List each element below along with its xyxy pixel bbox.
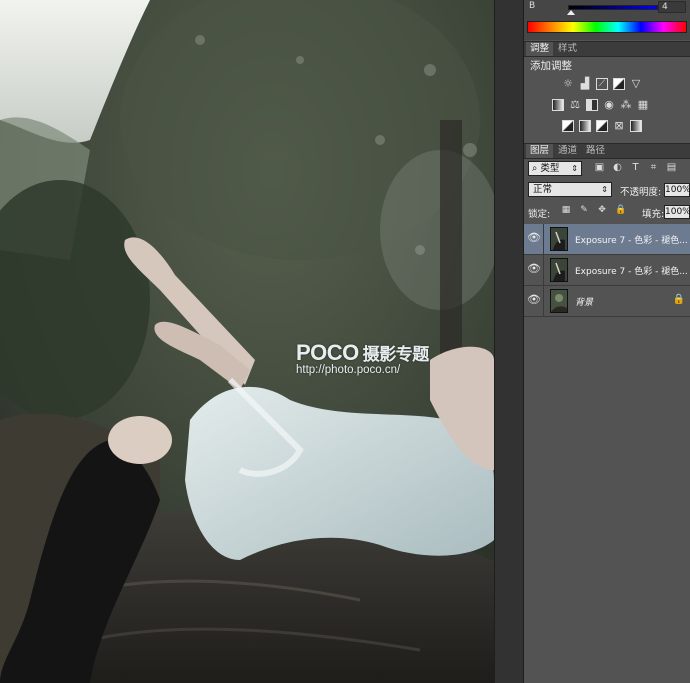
layer-kind-value: 类型 [540, 163, 560, 174]
threshold-icon[interactable] [596, 120, 608, 132]
color-balance-icon[interactable]: ⚖ [569, 99, 581, 111]
lock-transparency-icon[interactable]: ▦ [561, 205, 571, 215]
lock-fill-row: 锁定: ▦ ✎ ✥ 🔒 填充: 100% [528, 204, 690, 221]
lock-label: 锁定: [528, 209, 551, 220]
adjustments-tabbar: 调整 样式 [524, 41, 690, 57]
lock-icon: 🔒 [672, 294, 685, 305]
color-lookup-icon[interactable]: ▦ [637, 99, 649, 111]
chevron-down-icon: ⇕ [571, 164, 578, 173]
opacity-label: 不透明度: [620, 187, 662, 198]
divider [543, 286, 544, 316]
type-filter-icon[interactable]: T [630, 162, 641, 173]
posterize-icon[interactable] [579, 120, 591, 132]
vibrance-icon[interactable]: ▽ [630, 78, 642, 90]
channel-mixer-icon[interactable]: ⁂ [620, 99, 632, 111]
tab-layers[interactable]: 图层 [526, 144, 554, 158]
tab-paths[interactable]: 路径 [582, 144, 609, 158]
eye-icon[interactable]: 👁 [527, 293, 541, 307]
adjustment-filter-icon[interactable]: ◐ [612, 162, 623, 173]
selective-color-icon[interactable]: ⊠ [613, 120, 625, 132]
adjustment-icons-row-1: ☼ ▟ ⟋ ▽ [562, 78, 642, 90]
blue-channel-slider-row: B 4 [524, 0, 690, 16]
layer-name[interactable]: Exposure 7 - 色彩 - 褪色... [575, 264, 688, 277]
black-white-icon[interactable] [586, 99, 598, 111]
eye-icon[interactable]: 👁 [527, 231, 541, 245]
watermark-subtitle: 摄影专题 [362, 345, 430, 364]
levels-icon[interactable]: ▟ [579, 78, 591, 90]
add-adjustment-title: 添加调整 [530, 60, 572, 72]
layers-tabbar: 图层 通道 路径 [524, 143, 690, 159]
layer-name[interactable]: 背景 [575, 295, 593, 308]
layer-thumbnail [550, 227, 568, 251]
lock-image-icon[interactable]: ✎ [579, 205, 589, 215]
pixel-filter-icon[interactable]: ▣ [594, 162, 605, 173]
search-icon: ⌕ [532, 163, 538, 174]
adjustment-icons-row-2: ⚖ ◉ ⁂ ▦ [552, 99, 649, 111]
canvas-gutter [494, 0, 524, 683]
color-spectrum-bar[interactable] [527, 21, 687, 33]
invert-icon[interactable] [562, 120, 574, 132]
right-panel-dock: B 4 调整 样式 添加调整 ☼ ▟ ⟋ ▽ ⚖ ◉ ⁂ ▦ ⊠ 图层 通道 路… [524, 0, 690, 683]
exposure-icon[interactable] [613, 78, 625, 90]
layers-list: 👁 Exposure 7 - 色彩 - 褪色... 👁 Exposure 7 -… [524, 224, 690, 317]
lock-icons: ▦ ✎ ✥ 🔒 [561, 205, 626, 215]
tab-adjustments[interactable]: 调整 [526, 42, 554, 56]
gradient-map-icon[interactable] [630, 120, 642, 132]
layer-thumbnail [550, 289, 568, 313]
fill-label: 填充: [642, 209, 665, 220]
layer-filter-row: ⌕ 类型 ⇕ ▣ ◐ T ⌗ ▤ [528, 161, 688, 178]
layer-row[interactable]: 👁 背景 🔒 [524, 286, 690, 317]
photoshop-window: POCO 摄影专题 http://photo.poco.cn/ B 4 调整 样式… [0, 0, 690, 683]
lock-all-icon[interactable]: 🔒 [615, 205, 626, 215]
color-panel: B 4 [524, 0, 690, 40]
channel-value-field[interactable]: 4 [658, 1, 686, 13]
tab-channels[interactable]: 通道 [554, 144, 581, 158]
photo-filter-icon[interactable]: ◉ [603, 99, 615, 111]
blue-channel-slider[interactable] [568, 5, 658, 10]
watermark-brand: POCO [296, 340, 359, 365]
document-canvas[interactable]: POCO 摄影专题 http://photo.poco.cn/ [0, 0, 494, 683]
adjustment-icons-row-3: ⊠ [562, 120, 642, 132]
eye-icon[interactable]: 👁 [527, 262, 541, 276]
shape-filter-icon[interactable]: ⌗ [648, 162, 659, 173]
poco-watermark: POCO 摄影专题 http://photo.poco.cn/ [296, 340, 456, 376]
curves-icon[interactable]: ⟋ [596, 78, 608, 90]
layer-name[interactable]: Exposure 7 - 色彩 - 褪色... [575, 233, 688, 246]
tab-styles[interactable]: 样式 [554, 42, 581, 56]
blend-opacity-row: 正常 ⇕ 不透明度: 100% [528, 182, 690, 199]
hue-saturation-icon[interactable] [552, 99, 564, 111]
blend-mode-value: 正常 [533, 184, 553, 195]
layer-filter-icons: ▣ ◐ T ⌗ ▤ [594, 162, 677, 173]
divider [543, 255, 544, 285]
smart-object-filter-icon[interactable]: ▤ [666, 162, 677, 173]
chevron-down-icon: ⇕ [601, 185, 608, 194]
layer-kind-select[interactable]: ⌕ 类型 ⇕ [528, 161, 582, 176]
opacity-field[interactable]: 100% [664, 183, 690, 197]
layer-row[interactable]: 👁 Exposure 7 - 色彩 - 褪色... [524, 255, 690, 286]
channel-label: B [529, 1, 536, 11]
divider [543, 224, 544, 254]
brightness-icon[interactable]: ☼ [562, 78, 574, 90]
layer-row[interactable]: 👁 Exposure 7 - 色彩 - 褪色... [524, 224, 690, 255]
layer-thumbnail [550, 258, 568, 282]
lock-position-icon[interactable]: ✥ [597, 205, 607, 215]
slider-thumb[interactable] [567, 10, 575, 15]
blend-mode-select[interactable]: 正常 ⇕ [528, 182, 612, 197]
fill-field[interactable]: 100% [664, 205, 690, 219]
watermark-url: http://photo.poco.cn/ [296, 364, 401, 376]
